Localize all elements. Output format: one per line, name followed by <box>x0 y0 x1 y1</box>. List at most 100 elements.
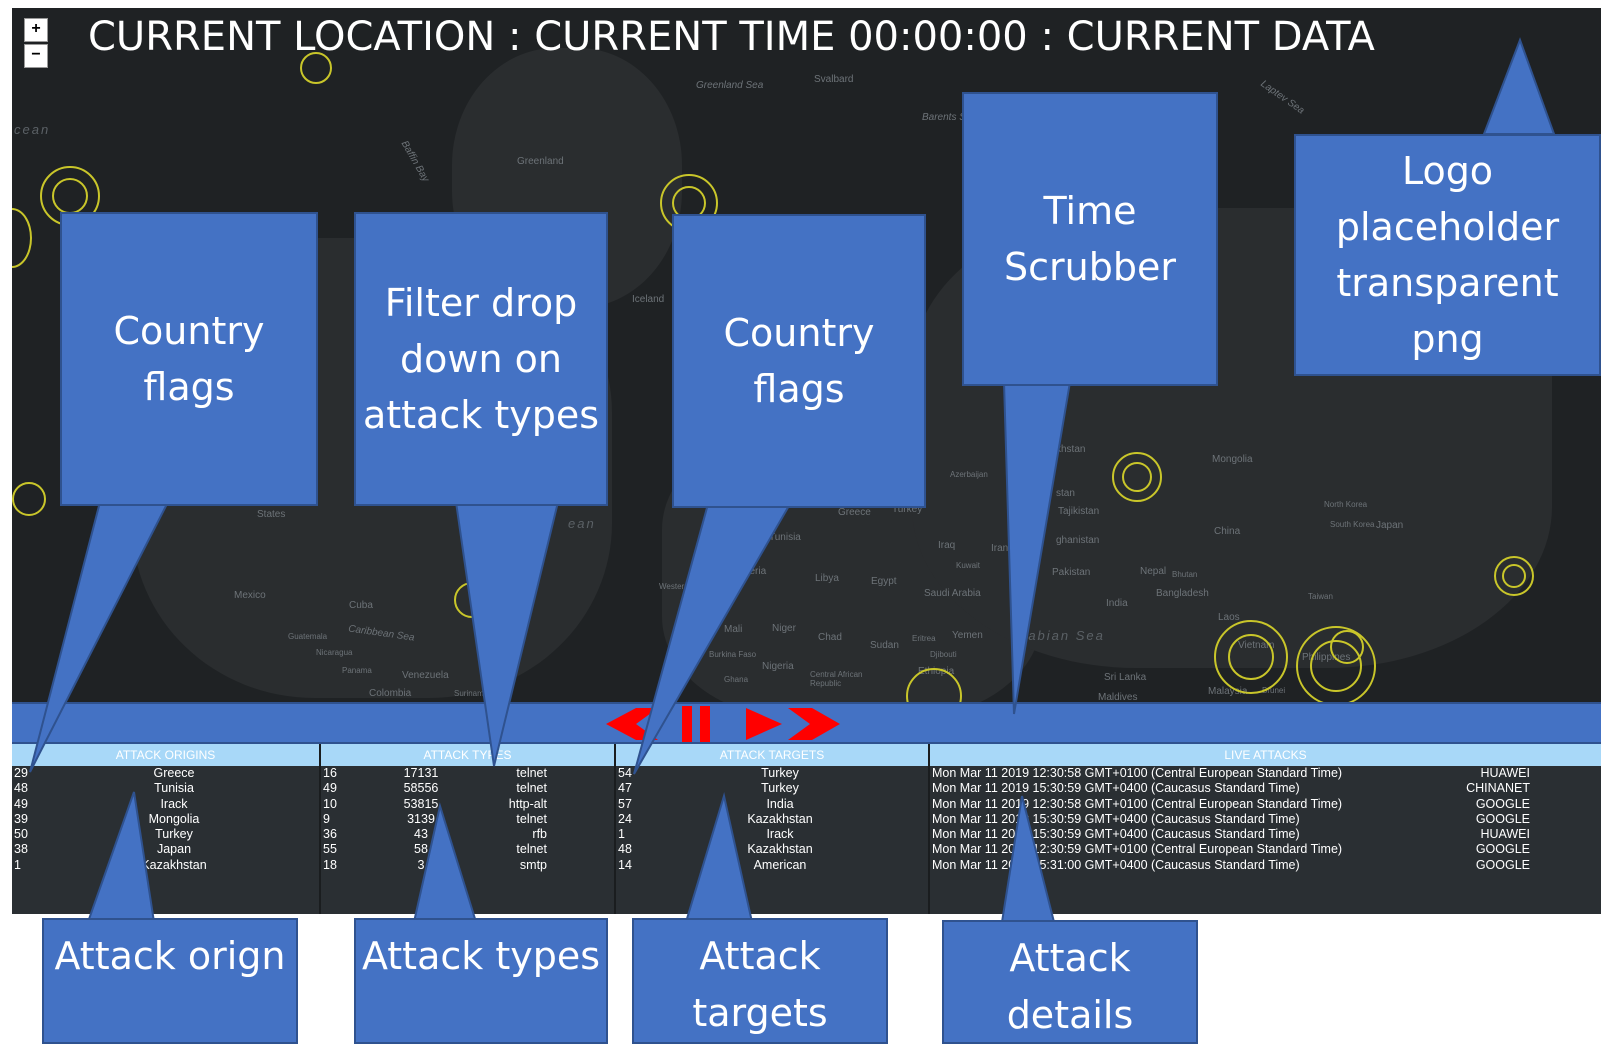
map-label-western-sahara: Western Sahara <box>659 582 717 591</box>
map-label-guatemala: Guatemala <box>288 632 328 641</box>
map-label-iceland: Iceland <box>632 294 665 305</box>
row-timestamp: Mon Mar 11 2019 15:30:59 GMT+0400 (Cauca… <box>932 811 1300 826</box>
map-label-yemen: Yemen <box>952 630 983 641</box>
table-row: 54 Turkey <box>616 766 928 781</box>
row-country: Tunisia <box>154 781 194 796</box>
map-label-kuwait: Kuwait <box>956 561 981 570</box>
row-port: 53815 <box>403 796 439 811</box>
map-label-saudi-arabia: Saudi Arabia <box>924 588 981 599</box>
row-count: 9 <box>323 811 330 826</box>
map-label-kazakhstan: khstan <box>1056 444 1086 455</box>
panel-header: ATTACK TYPES <box>321 744 614 766</box>
row-organization: HUAWEI <box>1480 766 1530 780</box>
callout-country-flags-2: Country flags <box>672 214 926 508</box>
map-label-chad: Chad <box>818 632 842 643</box>
map-label-india: India <box>1106 598 1128 609</box>
map-label-arabian-sea: rabian Sea <box>1022 628 1105 643</box>
row-service: rfb <box>532 827 547 842</box>
map-label-afghanistan: ghanistan <box>1056 535 1100 546</box>
attack-marker <box>12 208 32 268</box>
row-count: 47 <box>618 781 632 796</box>
row-country: Greece <box>153 766 195 780</box>
map-label-nepal: Nepal <box>1140 566 1167 577</box>
row-count: 50 <box>14 827 28 842</box>
row-country: Irack <box>766 827 794 842</box>
row-organization: GOOGLE <box>1475 842 1530 857</box>
table-row: 47 Turkey <box>616 781 928 796</box>
row-count: 39 <box>14 811 28 826</box>
zoom-in-button[interactable]: + <box>24 18 48 42</box>
map-label-pakistan: Pakistan <box>1052 567 1091 578</box>
map-label-laos: Laos <box>1218 612 1240 623</box>
row-timestamp: Mon Mar 11 2019 15:30:59 GMT+0400 (Cauca… <box>932 781 1300 796</box>
map-label-greenland: Greenland <box>517 156 564 167</box>
row-service: smtp <box>519 857 547 872</box>
map-label-laptev-sea: Laptev Sea <box>1258 78 1307 117</box>
map-label-colombia: Colombia <box>369 688 412 699</box>
table-row: Mon Mar 11 2019 15:30:59 GMT+0400 (Cauca… <box>930 827 1601 842</box>
map-label-eritrea: Eritrea <box>912 634 936 643</box>
rewind-icon[interactable] <box>606 708 658 740</box>
map-label-mongolia: Mongolia <box>1212 454 1253 465</box>
attack-marker <box>1228 634 1274 680</box>
map-label-svalbard: Svalbard <box>814 74 854 85</box>
row-country: Turkey <box>155 827 193 842</box>
map-label-mexico: Mexico <box>234 590 266 601</box>
row-organization: HUAWEI <box>1480 827 1530 842</box>
row-service: http-alt <box>508 796 547 811</box>
table-row: 10 53815 http-alt <box>321 797 614 812</box>
table-row: 1 Irack <box>616 827 928 842</box>
map-label-japan: Japan <box>1376 520 1404 531</box>
row-country: India <box>766 796 794 811</box>
row-count: 54 <box>618 766 632 780</box>
table-row: Mon Mar 11 2019 12:30:58 GMT+0100 (Centr… <box>930 766 1601 781</box>
row-country: Irack <box>160 796 188 811</box>
row-count: 14 <box>618 857 632 872</box>
map-label-egypt: Egypt <box>871 576 897 587</box>
play-icon[interactable] <box>746 708 782 740</box>
row-count: 24 <box>618 811 632 826</box>
row-port: 58556 <box>403 781 439 796</box>
attack-marker <box>1122 462 1152 492</box>
map-label-panama: Panama <box>342 666 372 675</box>
row-timestamp: Mon Mar 11 2019 15:31:00 GMT+0400 (Cauca… <box>932 857 1300 872</box>
callout-country-flags-1: Country flags <box>60 212 318 506</box>
pause-icon[interactable] <box>682 706 692 742</box>
row-count: 1 <box>618 827 625 842</box>
live-attacks-panel: LIVE ATTACKS Mon Mar 11 2019 12:30:58 GM… <box>930 744 1601 914</box>
row-timestamp: Mon Mar 11 2019 15:30:59 GMT+0400 (Cauca… <box>932 827 1300 842</box>
map-label-greenland-sea: Greenland Sea <box>696 80 764 91</box>
map-label-libya: Libya <box>815 573 839 584</box>
map-label-taiwan: Taiwan <box>1308 592 1333 601</box>
table-row: 36 43 rfb <box>321 827 614 842</box>
map-label-venezuela: Venezuela <box>402 670 449 681</box>
table-row: 49 Irack <box>12 797 319 812</box>
map-label-south-korea: South Korea <box>1330 520 1375 529</box>
map-label-suriname: Suriname <box>454 689 489 698</box>
panel-header: ATTACK TARGETS <box>616 744 928 766</box>
row-port: 3 <box>417 857 425 872</box>
map-label-algeria: Algeria <box>735 566 767 577</box>
row-country: Kazakhstan <box>747 842 813 857</box>
pause-icon-bar <box>700 706 710 742</box>
row-count: 48 <box>14 781 28 796</box>
panel-header: ATTACK ORIGINS <box>12 744 319 766</box>
attack-origins-panel: ATTACK ORIGINS 29 Greece 48 Tunisia 49 Irack 3… <box>12 744 321 914</box>
callout-attack-targets: Attack targets <box>632 918 888 1044</box>
callout-attack-details: Attack details <box>942 920 1198 1044</box>
row-count: 36 <box>323 827 337 842</box>
attack-marker <box>1502 564 1526 588</box>
map-label-azerbaijan: Azerbaijan <box>950 470 988 479</box>
fast-forward-icon[interactable] <box>788 708 840 740</box>
table-row: 1 Kazakhstan <box>12 858 319 873</box>
map-label-north-korea: North Korea <box>1324 500 1368 509</box>
row-count: 49 <box>323 781 337 796</box>
map-label-ocean-mid: ean <box>568 516 596 531</box>
table-row: 9 3139 telnet <box>321 812 614 827</box>
row-country: Kazakhstan <box>747 811 813 826</box>
row-country: Kazakhstan <box>141 857 207 872</box>
zoom-out-button[interactable]: − <box>24 44 48 68</box>
row-port: 58 <box>414 842 428 857</box>
row-organization: GOOGLE <box>1475 811 1530 826</box>
row-count: 49 <box>14 796 28 811</box>
